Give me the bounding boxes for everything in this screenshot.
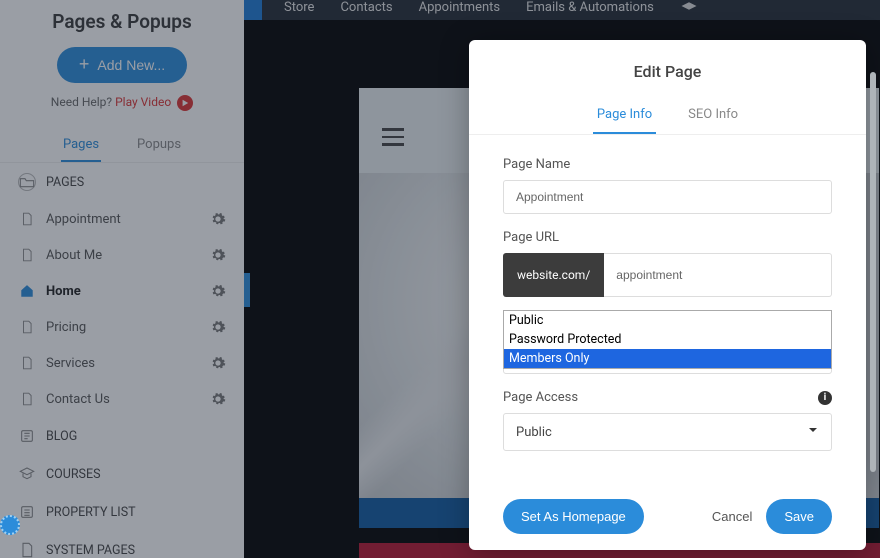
cancel-button[interactable]: Cancel [712,509,752,524]
access-dropdown: Public Password Protected Members Only [503,310,832,369]
corner-badge-icon[interactable] [0,515,20,535]
tab-page-info[interactable]: Page Info [593,101,656,134]
tab-seo-info[interactable]: SEO Info [684,101,742,134]
page-name-field[interactable] [503,180,832,214]
modal-title: Edit Page [469,40,866,101]
modal-tabs: Page Info SEO Info [469,101,866,135]
set-homepage-button[interactable]: Set As Homepage [503,499,644,534]
info-icon[interactable]: i [818,391,832,405]
url-prefix: website.com/ [503,253,604,297]
modal-footer: Set As Homepage Cancel Save [469,487,866,550]
access-select[interactable]: Public [503,413,832,451]
access-select-value: Public [516,425,552,440]
label-page-name: Page Name [503,157,832,172]
access-option-password[interactable]: Password Protected [504,330,831,349]
label-page-url: Page URL [503,230,832,245]
access-option-public[interactable]: Public [504,311,831,330]
scrollbar[interactable] [870,72,876,472]
label-page-access: Page Access i [503,390,832,405]
access-option-members[interactable]: Members Only [504,349,831,368]
chevron-down-icon [807,424,819,440]
modal-body: Page Name Page URL website.com/ Add to G… [469,135,866,487]
label-text: Page Access [503,390,578,405]
save-button[interactable]: Save [766,499,832,534]
page-url-field[interactable] [604,253,832,297]
edit-page-modal: Edit Page Page Info SEO Info Page Name P… [469,40,866,550]
